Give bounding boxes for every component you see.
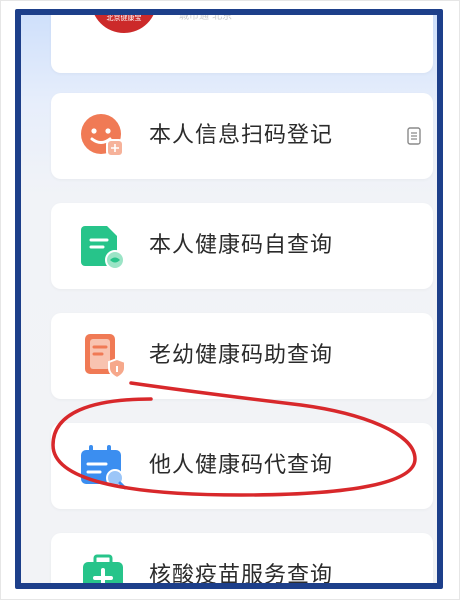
- menu-item-label: 核酸疫苗服务查询: [149, 563, 334, 588]
- logo-text: 北京健康宝: [106, 14, 142, 22]
- top-card[interactable]: 北京健康宝 城市通 北京: [51, 11, 433, 73]
- health-doc-icon: [81, 226, 125, 270]
- menu-item-nucleic-vaccine[interactable]: 核酸疫苗服务查询: [51, 533, 433, 588]
- photo-frame: 北京健康宝 城市通 北京 本人信息扫码登记 本人健康码自查询 老幼健康码助查询 …: [0, 0, 460, 600]
- top-card-subtitle: 城市通 北京: [179, 11, 233, 22]
- calendar-search-icon: [81, 445, 127, 490]
- menu-item-self-health-code[interactable]: 本人健康码自查询: [51, 203, 433, 289]
- medical-kit-icon: [83, 554, 123, 583]
- smile-scan-icon: [81, 114, 124, 157]
- menu-item-label: 本人信息扫码登记: [149, 123, 334, 148]
- elder-child-doc-icon: [85, 334, 126, 380]
- menu-item-others-health-code[interactable]: 他人健康码代查询: [51, 423, 433, 509]
- menu-item-self-scan-register[interactable]: 本人信息扫码登记: [51, 93, 433, 179]
- menu-item-elder-child-health-code[interactable]: 老幼健康码助查询: [51, 313, 433, 399]
- phone-screen: 北京健康宝 城市通 北京 本人信息扫码登记 本人健康码自查询 老幼健康码助查询 …: [15, 9, 443, 589]
- menu-item-label: 老幼健康码助查询: [149, 343, 334, 368]
- menu-item-label: 他人健康码代查询: [149, 453, 334, 478]
- menu-item-label: 本人健康码自查询: [149, 233, 334, 258]
- document-icon[interactable]: [407, 127, 421, 145]
